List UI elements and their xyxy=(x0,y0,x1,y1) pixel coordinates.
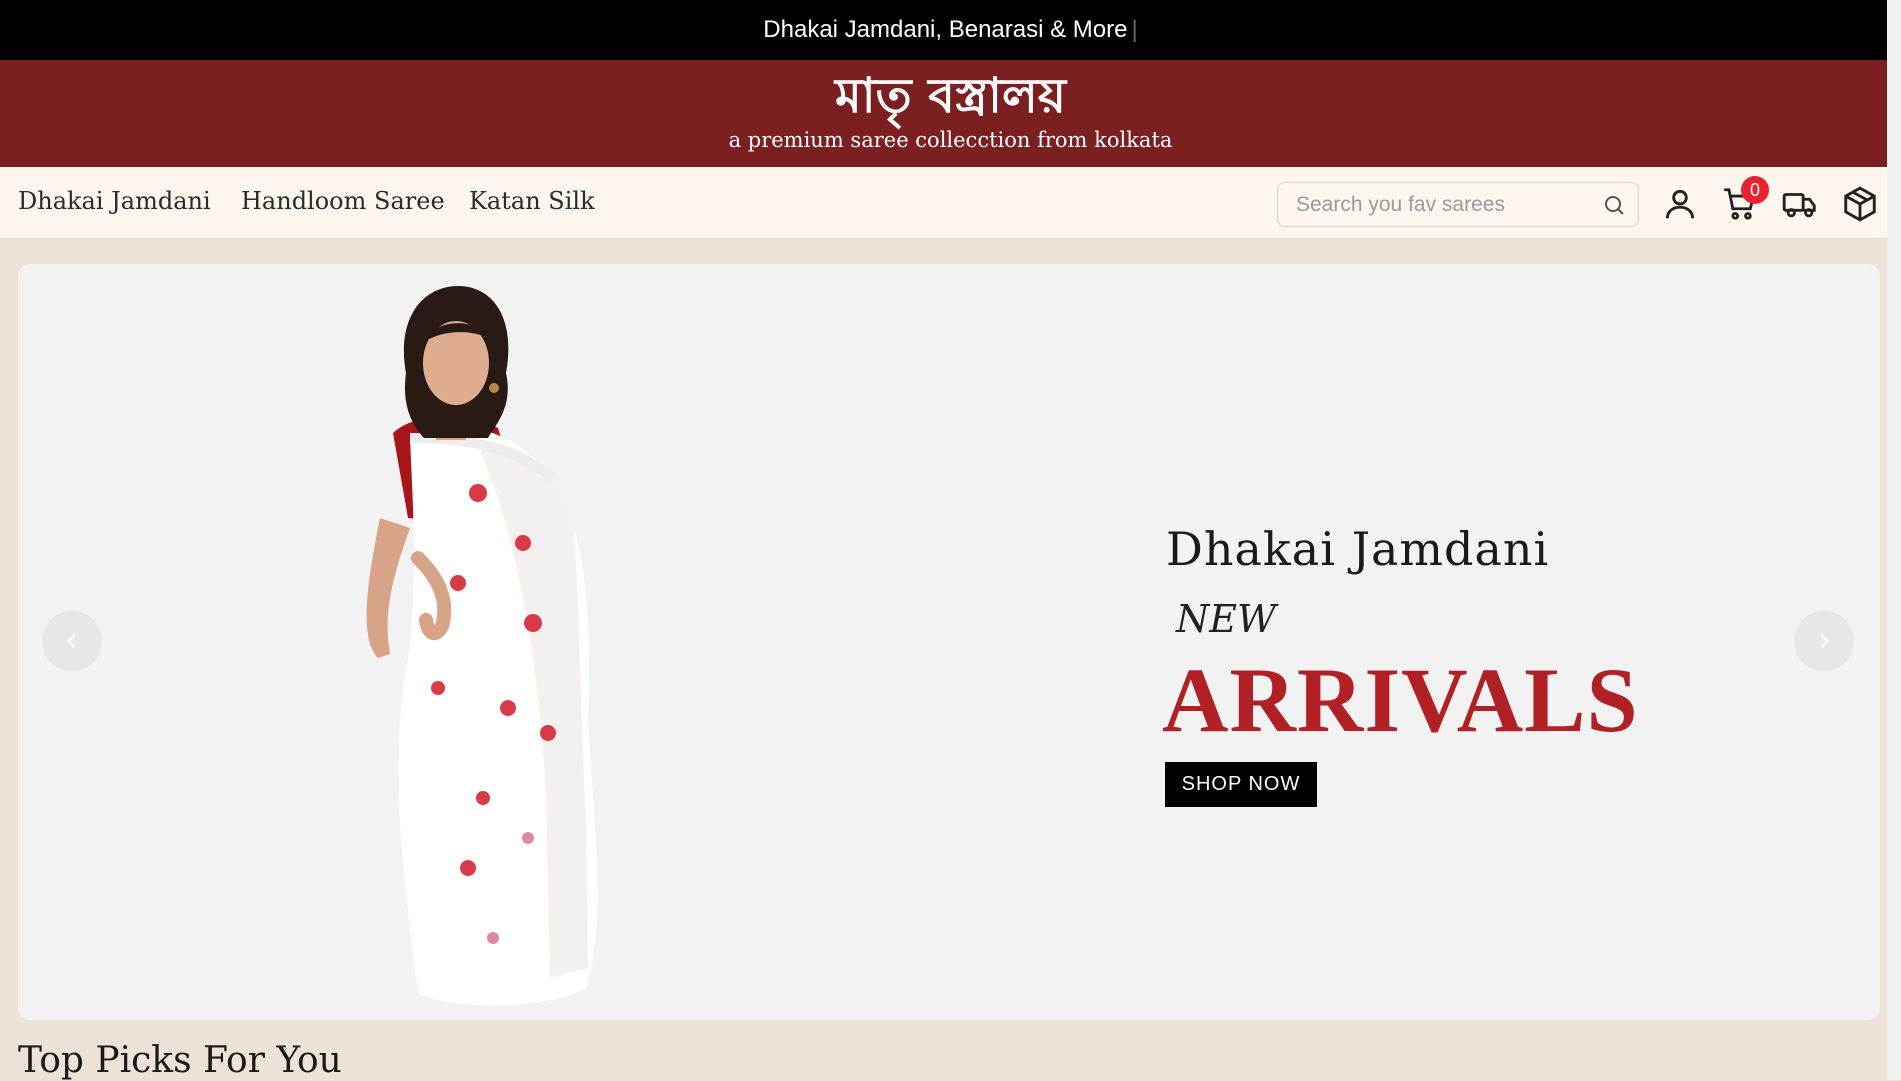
hero-subtitle: Dhakai Jamdani xyxy=(1166,522,1550,576)
chevron-left-icon xyxy=(66,633,76,649)
page-scrollbar[interactable] xyxy=(1887,0,1901,1080)
hero-banner[interactable]: Dhakai Jamdani NEW ARRIVALS SHOP NOW xyxy=(18,264,1880,1020)
truck-icon[interactable] xyxy=(1781,185,1819,223)
search-input[interactable] xyxy=(1278,183,1588,226)
box-icon[interactable] xyxy=(1841,185,1879,223)
carousel-prev-button[interactable] xyxy=(42,611,102,671)
user-icon[interactable] xyxy=(1661,185,1699,223)
top-picks-heading: Top Picks For You xyxy=(18,1040,342,1081)
saree-model-image xyxy=(366,286,598,1006)
cart-count-badge: 0 xyxy=(1741,176,1769,204)
shop-now-button[interactable]: SHOP NOW xyxy=(1165,762,1317,807)
hero-kicker: NEW xyxy=(1176,597,1277,641)
search-box xyxy=(1277,182,1639,227)
store-tagline: a premium saree collecction from kolkata xyxy=(728,128,1173,152)
nav-link-katan-silk[interactable]: Katan Silk xyxy=(469,187,595,215)
store-logo[interactable]: মাতৃ বস্ত্রালয় xyxy=(0,68,1901,124)
chevron-right-icon xyxy=(1820,633,1830,649)
announcement-text: Dhakai Jamdani, Benarasi & More xyxy=(763,16,1128,43)
carousel-next-button[interactable] xyxy=(1794,611,1854,671)
announcement-caret: | xyxy=(1131,16,1138,43)
search-icon[interactable] xyxy=(1602,193,1626,217)
brand-header: মাতৃ বস্ত্রালয় a premium saree collecct… xyxy=(0,60,1901,167)
hero-headline: ARRIVALS xyxy=(1162,649,1639,751)
nav-link-dhakai-jamdani[interactable]: Dhakai Jamdani xyxy=(18,187,211,215)
announcement-bar: Dhakai Jamdani, Benarasi & More | xyxy=(0,0,1901,60)
nav-link-handloom-saree[interactable]: Handloom Saree xyxy=(241,187,445,215)
main-navbar: Dhakai Jamdani Handloom Saree Katan Silk xyxy=(0,167,1901,239)
